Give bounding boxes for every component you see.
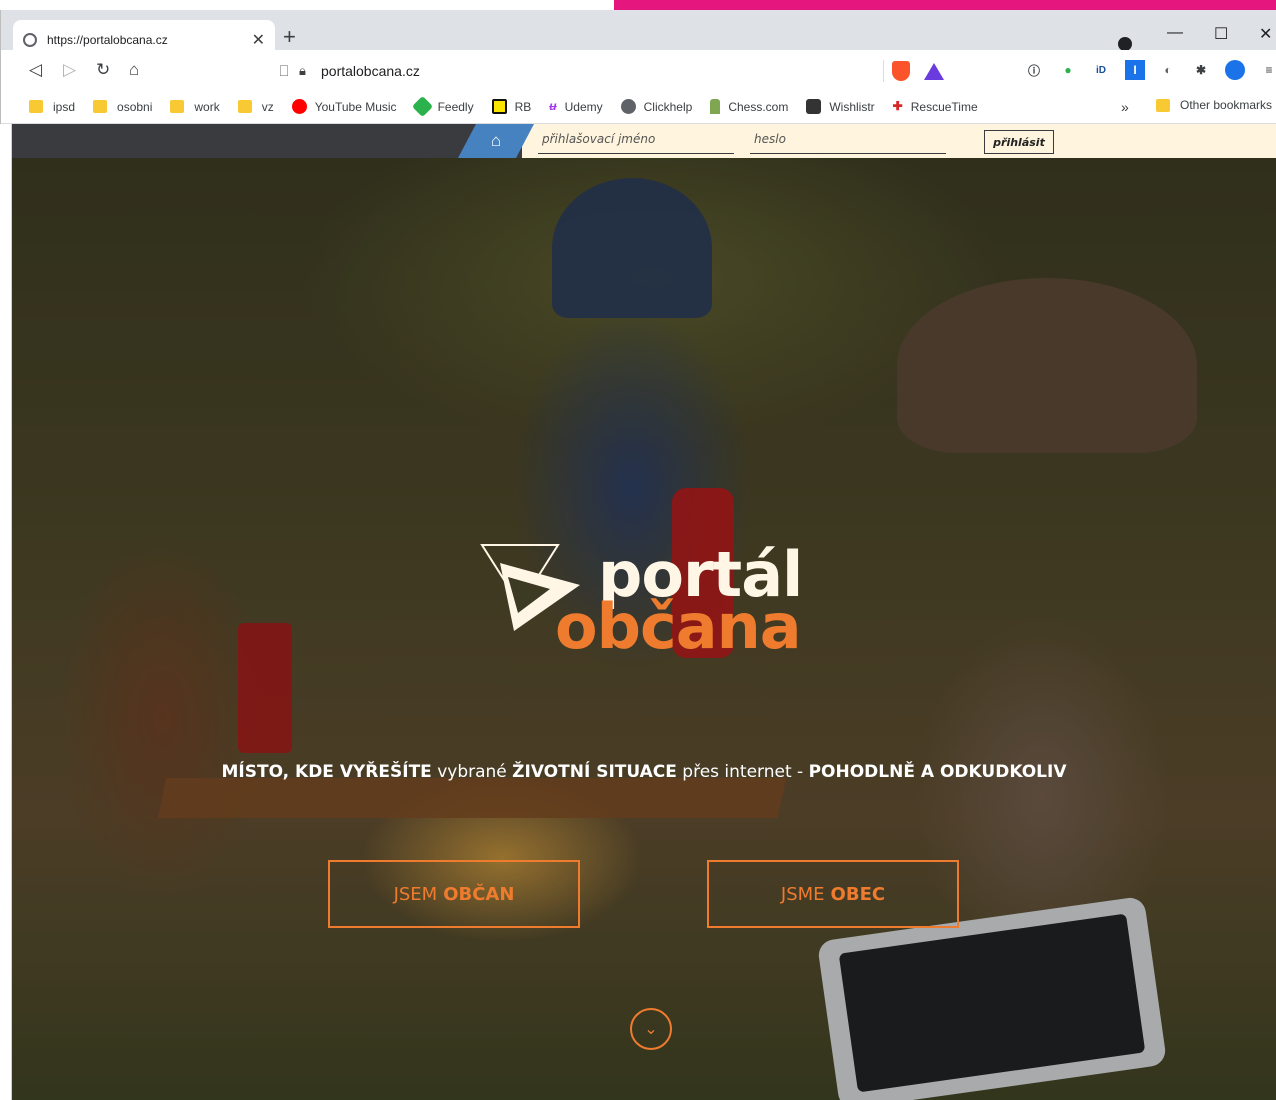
reload-icon[interactable]: ↻: [96, 60, 110, 80]
close-tab-icon[interactable]: ✕: [252, 30, 265, 50]
site-header: ⌂ přihlašovací jméno heslo přihlásit: [12, 124, 1276, 158]
feedly-icon: [411, 95, 433, 118]
folder-icon: [93, 100, 108, 113]
clickhelp-icon: [620, 99, 636, 114]
profile-icon[interactable]: [1118, 37, 1132, 51]
rescuetime-icon: ✚: [892, 99, 903, 113]
town-button[interactable]: JSME OBEC: [707, 860, 959, 928]
tagline-part: MÍSTO, KDE VYŘEŠÍTE: [221, 762, 432, 782]
bookmark-page-icon[interactable]: ⎕: [269, 63, 299, 80]
portal-logo[interactable]: portál občana: [480, 543, 803, 673]
town-button-prefix: JSME: [780, 883, 825, 905]
bookmark-folder-work[interactable]: work: [170, 100, 220, 114]
other-bookmarks-folder[interactable]: Other bookmarks: [1156, 98, 1272, 112]
bookmark-udemy[interactable]: ʉ Udemy: [549, 99, 602, 114]
bookmark-rb[interactable]: RB: [491, 99, 531, 114]
close-window-button[interactable]: ✕: [1259, 24, 1272, 44]
bookmark-chess[interactable]: Chess.com: [710, 99, 788, 114]
chevron-down-icon: ⌄: [644, 1021, 658, 1038]
browser-window: https://portalobcana.cz ✕ + — ☐ ✕ ◁ ▷ ↻ …: [0, 10, 1276, 124]
logo-text-obcana: občana: [555, 590, 802, 663]
folder-icon: [237, 100, 252, 113]
new-tab-button[interactable]: +: [283, 24, 296, 50]
brave-rewards-icon[interactable]: [924, 62, 944, 80]
chess-pawn-icon: [710, 99, 721, 114]
lock-icon[interactable]: 🔒︎: [299, 63, 321, 79]
tagline-part: přes internet -: [676, 762, 809, 782]
browser-toolbar: ◁ ▷ ↻ ⌂ ⎕ 🔒︎ portalobcana.cz ⓘ ● iD I ◐ …: [1, 50, 1276, 90]
username-field[interactable]: přihlašovací jméno: [538, 132, 734, 154]
extensions-puzzle-icon[interactable]: ✱: [1191, 60, 1211, 80]
hero-tagline: MÍSTO, KDE VYŘEŠÍTE vybrané ŽIVOTNÍ SITU…: [12, 762, 1276, 782]
folder-icon: [1156, 98, 1170, 112]
id-extension-icon[interactable]: iD: [1091, 60, 1111, 80]
maximize-button[interactable]: ☐: [1214, 24, 1228, 44]
home-icon: ⌂: [490, 131, 502, 150]
bookmark-folder-osobni[interactable]: osobni: [93, 100, 152, 114]
town-button-bold: OBEC: [830, 883, 886, 905]
minimize-button[interactable]: —: [1167, 24, 1183, 42]
folder-icon: [170, 100, 185, 113]
tagline-part: POHODLNĚ A ODKUDKOLIV: [808, 762, 1067, 782]
globe-icon: [23, 33, 37, 47]
bookmark-folder-ipsd[interactable]: ipsd: [29, 100, 75, 114]
tab-title: https://portalobcana.cz: [47, 33, 168, 47]
forward-icon[interactable]: ▷: [63, 60, 76, 80]
address-bar[interactable]: ⎕ 🔒︎ portalobcana.cz: [269, 54, 944, 88]
hero-section: portál občana MÍSTO, KDE VYŘEŠÍTE vybran…: [12, 158, 1276, 1100]
menu-icon[interactable]: ≡: [1259, 60, 1276, 80]
login-button[interactable]: přihlásit: [984, 130, 1054, 154]
citizen-button[interactable]: JSEM OBČAN: [328, 860, 580, 928]
folder-icon: [29, 100, 43, 113]
back-icon[interactable]: ◁: [29, 60, 42, 80]
profile-avatar-icon[interactable]: [1225, 60, 1245, 80]
divider: [883, 60, 884, 82]
bookmark-rescuetime[interactable]: ✚ RescueTime: [893, 99, 978, 114]
wishlistr-icon: [806, 99, 822, 114]
desktop-accent-strip: [614, 0, 1276, 10]
extension-circle-icon[interactable]: ◐: [1158, 60, 1178, 80]
home-icon[interactable]: ⌂: [129, 60, 139, 80]
tagline-part: vybrané: [431, 762, 513, 782]
bookmark-wishlistr[interactable]: Wishlistr: [806, 99, 875, 114]
citizen-button-bold: OBČAN: [443, 883, 515, 905]
udemy-icon: ʉ: [549, 99, 557, 113]
scroll-down-button[interactable]: ⌄: [630, 1008, 672, 1050]
extension-blue-icon[interactable]: I: [1125, 60, 1145, 80]
desktop-edge: [0, 124, 12, 1100]
extension-info-icon[interactable]: ⓘ: [1024, 60, 1044, 80]
bookmark-youtube-music[interactable]: YouTube Music: [291, 99, 397, 114]
more-bookmarks-chevron[interactable]: »: [1121, 99, 1129, 115]
bookmark-clickhelp[interactable]: Clickhelp: [620, 99, 692, 114]
youtube-music-icon: [291, 99, 307, 114]
brave-shield-icon[interactable]: [892, 61, 910, 81]
bookmark-feedly[interactable]: Feedly: [411, 95, 474, 118]
bookmarks-bar: ipsd osobni work vz YouTube Music Feedly…: [1, 90, 1276, 124]
password-field[interactable]: heslo: [750, 132, 946, 154]
url-text[interactable]: portalobcana.cz: [321, 63, 875, 79]
citizen-button-prefix: JSEM: [393, 883, 438, 905]
evernote-icon[interactable]: ●: [1058, 60, 1078, 80]
tagline-part: ŽIVOTNÍ SITUACE: [512, 762, 677, 782]
bookmark-folder-vz[interactable]: vz: [237, 100, 274, 114]
raiffeisen-icon: [491, 99, 507, 114]
